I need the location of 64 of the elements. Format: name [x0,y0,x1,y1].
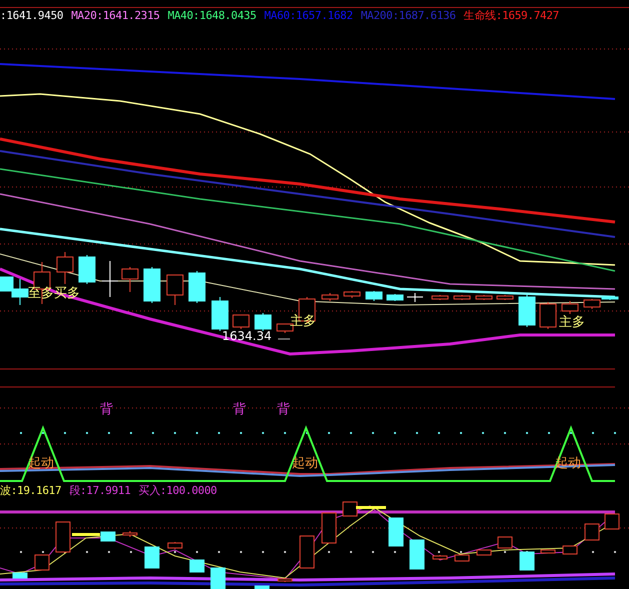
candlestick [300,536,314,568]
candlestick [410,540,424,570]
candlestick [496,294,514,300]
candlestick [432,294,448,300]
candlestick [454,554,470,562]
indicator-legend-value: 段:17.9911 [69,483,131,498]
divergence-mark: 背 [233,403,246,416]
candlestick [56,252,74,284]
candlestick [562,546,578,554]
candlestick [144,546,160,568]
candlestick [190,560,204,572]
candlestick [34,554,50,570]
candlestick [604,514,620,530]
candlestick [166,274,184,306]
indicator-legend-value: 买入:100.0000 [138,483,217,498]
candlestick [12,572,28,578]
candlestick [278,578,292,582]
candlestick [144,266,160,304]
ma-legend-value: MA200:1687.6136 [360,9,456,22]
candlestick [386,294,404,302]
candlestick [520,552,534,570]
candlestick [366,290,382,302]
candlestick [388,518,404,546]
candlestick [322,292,338,302]
candlestick [540,302,556,330]
candlestick [168,542,182,550]
candlestick [476,294,492,300]
candlestick [540,550,556,554]
candlestick [102,260,118,298]
divergence-mark: 背 [100,403,113,416]
candlestick [406,292,424,302]
candlestick [584,524,600,540]
divergence-mark: 背 [277,403,290,416]
candlestick [56,522,70,552]
candlestick [498,536,512,548]
ma-legend-value: MA40:1648.0435 [168,9,256,22]
candlestick [254,586,270,589]
candlestick [454,294,470,300]
candlestick [432,554,448,560]
ma-legend-value: MA60:1657.1682 [264,9,353,22]
candlestick [188,270,206,304]
candlestick [78,254,96,284]
candlestick [476,550,492,556]
signal-label: 主多 [559,316,585,329]
candlestick [322,512,336,544]
ma-legend-value: MA20:1641.2315 [71,9,160,22]
candlestick [254,312,272,332]
low-price-label: 1634.34 [222,330,272,342]
start-mark: 起动 [292,457,318,470]
candlestick [344,290,360,298]
ma-legend-value: 生命线:1659.7427 [464,8,559,23]
indicator-legend-value: 波:19.1617 [0,483,62,498]
candlestick [232,314,250,330]
candlestick [100,532,116,542]
candlestick [562,300,578,314]
candlestick [210,568,226,589]
candlestick [212,296,228,332]
level-marker [72,533,100,536]
level-marker [356,506,386,509]
candlestick [122,266,138,292]
candlestick [342,502,358,516]
candlestick [122,530,138,538]
candlestick [518,294,536,328]
ma-legend-value: :1641.9450 [0,9,64,22]
